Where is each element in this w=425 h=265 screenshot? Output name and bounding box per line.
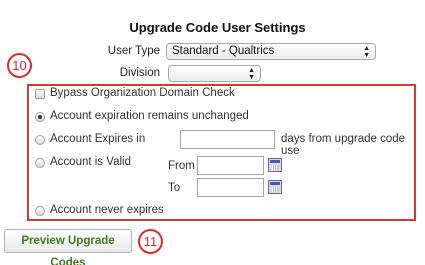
account-expires-in-label: Account Expires in: [50, 133, 146, 145]
account-is-valid-label: Account is Valid: [50, 156, 131, 168]
user-type-value: Standard - Qualtrics: [172, 45, 275, 57]
preview-upgrade-codes-button[interactable]: Preview Upgrade Codes: [4, 229, 132, 265]
radio-expiration-unchanged[interactable]: [35, 112, 45, 122]
from-label: From: [168, 160, 195, 172]
division-select[interactable]: ▲ ▼: [168, 65, 261, 82]
days-from-upgrade-suffix: days from upgrade code use: [281, 133, 406, 157]
calendar-icon[interactable]: [268, 158, 282, 172]
expires-in-days-input[interactable]: [180, 130, 275, 149]
radio-selected-dot: [38, 115, 42, 119]
expiration-unchanged-label: Account expiration remains unchanged: [50, 110, 249, 122]
radio-account-never-expires[interactable]: [35, 206, 45, 216]
calendar-icon[interactable]: [268, 180, 282, 194]
bypass-domain-label: Bypass Organization Domain Check: [50, 87, 235, 99]
page-title: Upgrade Code User Settings: [129, 20, 306, 35]
select-arrows-icon: ▲ ▼: [248, 67, 255, 81]
select-arrows-icon: ▲ ▼: [363, 45, 370, 59]
bypass-domain-checkbox[interactable]: [35, 89, 45, 99]
valid-from-date-input[interactable]: [197, 156, 264, 175]
account-never-expires-label: Account never expires: [50, 204, 164, 216]
callout-badge-11: 11: [138, 229, 163, 254]
to-label: To: [168, 182, 181, 194]
callout-badge-10: 10: [7, 53, 32, 78]
user-type-select[interactable]: Standard - Qualtrics ▲ ▼: [166, 43, 376, 60]
valid-to-date-input[interactable]: [197, 178, 264, 197]
upgrade-code-settings-panel: Upgrade Code User Settings User Type Sta…: [0, 0, 425, 265]
radio-account-is-valid[interactable]: [35, 158, 45, 168]
division-label: Division: [119, 67, 160, 79]
user-type-label: User Type: [107, 45, 160, 57]
radio-account-expires-in[interactable]: [35, 135, 45, 145]
